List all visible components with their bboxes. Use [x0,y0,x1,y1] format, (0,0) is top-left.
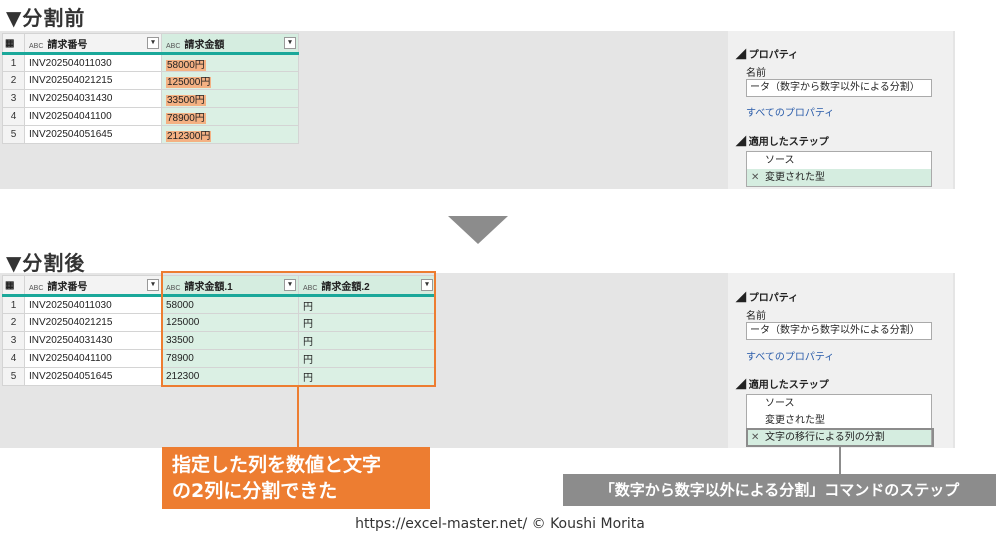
row-number: 2 [2,313,25,332]
text-type-icon: ABC [166,42,181,50]
step-item[interactable]: 変更された型 [747,412,931,429]
row-number: 3 [2,89,25,108]
cell-amount[interactable]: 58000円 [161,53,299,72]
row-number: 2 [2,71,25,90]
applied-steps-title[interactable]: ◢ 適用したステップ [736,376,829,391]
cell-invoice-number[interactable]: INV202504021215 [24,71,162,90]
delete-step-icon[interactable]: ✕ [751,169,759,186]
column-label: 請求番号 [47,39,88,51]
row-number: 3 [2,331,25,350]
step-callout: 「数字から数字以外による分割」コマンドのステップ [563,474,996,506]
callout-line: の2列に分割できた [172,480,338,502]
filter-dropdown-icon[interactable]: ▾ [147,37,159,49]
table-menu-icon[interactable]: ▦ [2,275,25,297]
table-menu-icon[interactable]: ▦ [2,33,25,55]
amount-text: 212300円 [166,131,212,142]
row-number: 1 [2,53,25,72]
before-preview-panel: ▦ ABC 請求番号 ▾ ABC 請求金額 ▾ 1 INV202504011030 … [0,31,955,189]
table-row[interactable]: 1 INV202504011030 58000円 [2,53,299,72]
after-preview-panel: ▦ ABC 請求番号 ▾ ABC 請求金額.1 ▾ ABC 請求金額.2 ▾ 1 IN… [0,273,955,448]
all-properties-link[interactable]: すべてのプロパティ [746,104,834,119]
cell-amount[interactable]: 33500円 [161,89,299,108]
step-label: 変更された型 [765,172,825,183]
properties-section-title[interactable]: ◢ プロパティ [736,46,798,61]
cell-amount[interactable]: 78900円 [161,107,299,126]
callout-connector [297,387,299,447]
cell-invoice-number[interactable]: INV202504011030 [24,53,162,72]
name-label: 名前 [746,311,766,322]
applied-steps-title[interactable]: ◢ 適用したステップ [736,133,829,148]
cell-invoice-number[interactable]: INV202504011030 [24,295,162,314]
cell-invoice-number[interactable]: INV202504031430 [24,331,162,350]
table-row[interactable]: 4 INV202504041100 78900円 [2,107,299,126]
cell-amount[interactable]: 125000円 [161,71,299,90]
after-heading: ▼分割後 [6,251,86,275]
table-row[interactable]: 5 INV202504051645 212300円 [2,125,299,144]
properties-pane: ◢ プロパティ 名前 ータ（数字から数字以外による分割） すべてのプロパティ ◢… [728,31,953,189]
split-columns-highlight [161,271,436,387]
footer-credit: https://excel-master.net/ © Koushi Morit… [355,516,645,532]
amount-text: 125000円 [166,77,212,88]
filter-dropdown-icon[interactable]: ▾ [284,37,296,49]
column-header-amount[interactable]: ABC 請求金額 ▾ [161,33,299,55]
step-item[interactable]: ソース [747,395,931,412]
step-item[interactable]: ソース [747,152,931,169]
callout-connector [839,447,841,474]
text-type-icon: ABC [29,42,44,50]
properties-pane: ◢ プロパティ 名前 ータ（数字から数字以外による分割） すべてのプロパティ ◢… [728,273,953,448]
before-heading: ▼分割前 [6,6,86,30]
cell-invoice-number[interactable]: INV202504041100 [24,107,162,126]
filter-dropdown-icon[interactable]: ▾ [147,279,159,291]
down-arrow-icon [448,216,508,244]
header-row: ▦ ABC 請求番号 ▾ ABC 請求金額 ▾ [2,33,299,55]
text-type-icon: ABC [29,284,44,292]
applied-steps-list: ソース ✕ 変更された型 [746,151,932,187]
row-number: 5 [2,367,25,386]
query-name-input[interactable]: ータ（数字から数字以外による分割） [746,79,932,97]
cell-invoice-number[interactable]: INV202504031430 [24,89,162,108]
column-header-invoice-number[interactable]: ABC 請求番号 ▾ [24,33,162,55]
column-header-invoice-number[interactable]: ABC 請求番号 ▾ [24,275,162,297]
properties-section-title[interactable]: ◢ プロパティ [736,289,798,304]
all-properties-link[interactable]: すべてのプロパティ [746,348,834,363]
amount-text: 33500円 [166,95,206,106]
cell-invoice-number[interactable]: INV202504021215 [24,313,162,332]
cell-invoice-number[interactable]: INV202504041100 [24,349,162,368]
cell-amount[interactable]: 212300円 [161,125,299,144]
row-number: 5 [2,125,25,144]
result-callout: 指定した列を数値と文字 の2列に分割できた [162,447,430,509]
callout-line: 指定した列を数値と文字 [172,454,382,476]
name-label: 名前 [746,68,766,79]
table-row[interactable]: 2 INV202504021215 125000円 [2,71,299,90]
table-row[interactable]: 3 INV202504031430 33500円 [2,89,299,108]
row-number: 1 [2,295,25,314]
row-number: 4 [2,349,25,368]
before-data-grid: ▦ ABC 請求番号 ▾ ABC 請求金額 ▾ 1 INV202504011030 … [2,33,299,144]
step-item-selected[interactable]: ✕ 変更された型 [747,169,931,186]
step-highlight [746,428,934,447]
column-label: 請求番号 [47,281,88,293]
cell-invoice-number[interactable]: INV202504051645 [24,367,162,386]
query-name-input[interactable]: ータ（数字から数字以外による分割） [746,322,932,340]
column-label: 請求金額 [184,39,225,51]
row-number: 4 [2,107,25,126]
cell-invoice-number[interactable]: INV202504051645 [24,125,162,144]
amount-text: 78900円 [166,113,206,124]
amount-text: 58000円 [166,59,206,71]
